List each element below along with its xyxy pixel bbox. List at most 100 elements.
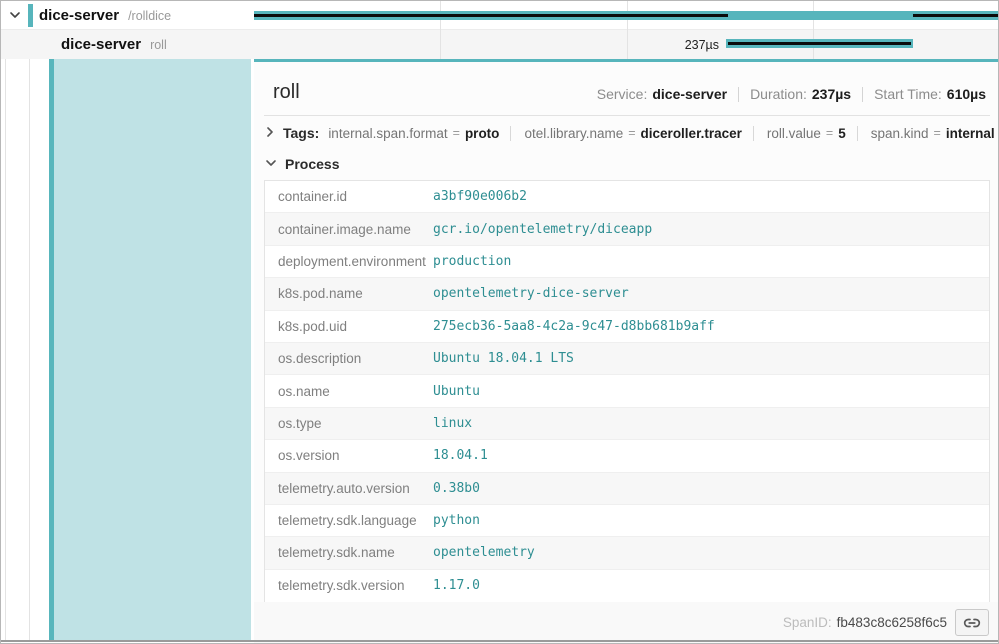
process-value: production [433,254,511,269]
process-key: container.image.name [265,222,433,237]
indent-guide [5,59,6,640]
process-label: Process [285,156,339,172]
table-row: telemetry.auto.version 0.38b0 [265,473,989,505]
link-icon [963,615,981,631]
header-divider [264,115,990,116]
duration-stat-label: Duration: [750,86,807,102]
duration-stat-value: 237µs [812,86,851,102]
process-key: k8s.pod.uid [265,319,433,334]
table-row: telemetry.sdk.name opentelemetry [265,537,989,569]
span-bar-rolldice-core-left [254,14,728,17]
tag-value: internal [946,126,995,141]
table-row: k8s.pod.name opentelemetry-dice-server [265,278,989,310]
process-value: Ubuntu [433,384,480,399]
indent-guide [29,59,30,640]
process-value: Ubuntu 18.04.1 LTS [433,351,574,366]
selected-span-backdrop [54,59,251,640]
tag-key: roll.value [767,126,821,141]
process-key: telemetry.sdk.name [265,545,433,560]
spanid-label: SpanID: [783,615,832,630]
process-section-toggle[interactable]: Process [265,155,339,173]
separator [738,87,739,102]
separator [753,126,754,141]
operation-name: /rolldice [128,9,171,23]
separator [862,87,863,102]
start-time-stat-value: 610µs [947,86,986,102]
process-key: os.name [265,384,433,399]
equals-sign: = [628,126,635,140]
process-key: deployment.environment [265,254,433,269]
process-value: 1.17.0 [433,578,480,593]
equals-sign: = [826,126,833,140]
timeline-gridline [813,1,814,59]
tag-value: diceroller.tracer [641,126,742,141]
tag-key: span.kind [871,126,929,141]
timeline-gridline [440,1,441,59]
separator [510,126,511,141]
tag-item: internal.span.format = proto [328,126,499,141]
collapse-chevron-down-icon[interactable] [9,7,21,25]
process-value: 0.38b0 [433,481,480,496]
service-color-accent [28,4,33,27]
tag-item: roll.value = 5 [767,126,846,141]
tags-section-toggle[interactable]: Tags: internal.span.format = proto otel.… [265,125,995,141]
process-value: a3bf90e006b2 [433,189,527,204]
span-bar-rolldice-core-right [913,14,999,17]
process-value: opentelemetry [433,545,535,560]
window-bottom-edge [1,640,999,642]
table-row: telemetry.sdk.language python [265,505,989,537]
start-time-stat-label: Start Time: [874,86,942,102]
chevron-down-icon[interactable] [265,155,277,173]
span-detail-title: roll [273,81,300,104]
jaeger-trace-window: 237µs dice-server /rolldice dice-server … [0,0,999,644]
tags-label: Tags: [283,125,319,141]
equals-sign: = [934,126,941,140]
process-key: telemetry.auto.version [265,481,433,496]
tag-key: internal.span.format [328,126,447,141]
table-row: os.version 18.04.1 [265,440,989,472]
span-bar-roll-core [728,42,911,45]
service-stat-label: Service: [597,86,648,102]
process-value: linux [433,416,472,431]
service-stat-value: dice-server [652,86,727,102]
process-key: k8s.pod.name [265,286,433,301]
process-key: telemetry.sdk.language [265,513,433,528]
table-row: os.type linux [265,408,989,440]
tag-value: 5 [838,126,846,141]
tag-item: span.kind = internal [871,126,995,141]
process-key: os.description [265,351,433,366]
process-value: python [433,513,480,528]
tree-row-roll[interactable]: dice-server roll [1,30,254,59]
span-duration-label: 237µs [601,38,719,52]
spanid-value: fb483c8c6258f6c5 [837,615,947,630]
table-row: telemetry.sdk.version 1.17.0 [265,570,989,602]
process-value: gcr.io/opentelemetry/diceapp [433,222,652,237]
tag-item: otel.library.name = diceroller.tracer [524,126,741,141]
table-row: container.id a3bf90e006b2 [265,181,989,213]
table-row: container.image.name gcr.io/opentelemetr… [265,213,989,245]
service-name: dice-server [61,36,141,53]
span-detail-footer: SpanID: fb483c8c6258f6c5 [254,602,999,643]
table-row: os.name Ubuntu [265,375,989,407]
process-key: telemetry.sdk.version [265,578,433,593]
process-key: container.id [265,189,433,204]
table-row: os.description Ubuntu 18.04.1 LTS [265,343,989,375]
process-key: os.version [265,448,433,463]
span-detail-panel: roll Service: dice-server Duration: 237µ… [254,59,999,640]
span-detail-stats: Service: dice-server Duration: 237µs Sta… [597,86,986,102]
process-key: os.type [265,416,433,431]
equals-sign: = [453,126,460,140]
table-row: deployment.environment production [265,246,989,278]
deep-link-button[interactable] [955,609,989,636]
process-value: 18.04.1 [433,448,488,463]
process-table: container.id a3bf90e006b2 container.imag… [264,180,990,603]
tree-row-rolldice[interactable]: dice-server /rolldice [1,1,254,30]
process-value: 275ecb36-5aa8-4c2a-9c47-d8bb681b9aff [433,319,715,334]
service-name: dice-server [39,7,119,24]
table-row: k8s.pod.uid 275ecb36-5aa8-4c2a-9c47-d8bb… [265,311,989,343]
tag-key: otel.library.name [524,126,623,141]
chevron-right-icon[interactable] [265,126,275,141]
process-value: opentelemetry-dice-server [433,286,629,301]
operation-name: roll [150,38,167,52]
separator [857,126,858,141]
